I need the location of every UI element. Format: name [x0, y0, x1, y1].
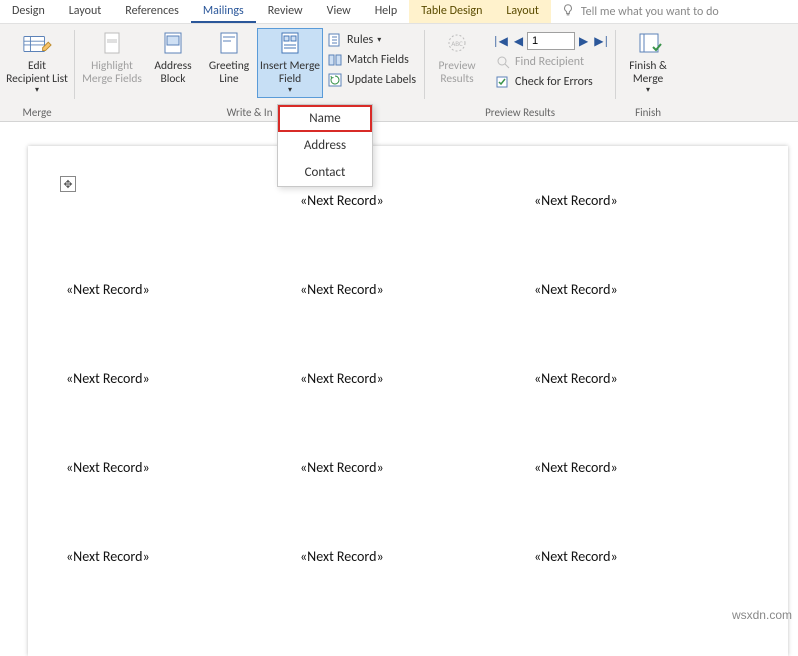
tab-layout[interactable]: Layout — [57, 0, 114, 23]
rules-button[interactable]: Rules ▾ — [323, 30, 420, 50]
match-fields-label: Match Fields — [347, 53, 409, 67]
check-errors-label: Check for Errors — [515, 75, 593, 89]
lightbulb-icon — [561, 3, 575, 21]
tab-review[interactable]: Review — [256, 0, 315, 23]
chevron-down-icon: ▾ — [288, 86, 292, 95]
ribbon-tabs: Design Layout References Mailings Review… — [0, 0, 798, 24]
group-label-finish: Finish — [620, 104, 676, 121]
tab-table-layout[interactable]: Layout — [494, 0, 551, 23]
group-finish: Finish & Merge ▾ Finish — [616, 24, 680, 121]
greeting-line-button[interactable]: Greeting Line — [201, 28, 257, 88]
label-cell[interactable] — [66, 192, 300, 209]
rules-icon — [327, 32, 343, 48]
label-cell[interactable]: «Next Record» — [66, 459, 300, 476]
insert-merge-field-label: Insert Merge Field — [259, 60, 321, 86]
check-errors-button[interactable]: Check for Errors — [491, 72, 611, 92]
find-recipient-label: Find Recipient — [515, 55, 584, 69]
update-labels-label: Update Labels — [347, 73, 416, 87]
update-labels-icon — [327, 72, 343, 88]
menu-item-contact[interactable]: Contact — [278, 159, 372, 186]
label-cell[interactable]: «Next Record» — [300, 281, 534, 298]
group-preview-results: ABC Preview Results |◀ ◀ ▶ ▶| Find Recip… — [425, 24, 615, 121]
table-move-handle-icon[interactable]: ✥ — [60, 176, 76, 192]
update-labels-button[interactable]: Update Labels — [323, 70, 420, 90]
label-cell[interactable]: «Next Record» — [534, 281, 768, 298]
labels-grid: «Next Record» «Next Record» «Next Record… — [66, 192, 768, 565]
group-label-merge: Merge — [4, 104, 70, 121]
document-page[interactable]: ✥ «Next Record» «Next Record» «Next Reco… — [28, 146, 788, 656]
search-icon — [495, 54, 511, 70]
label-cell[interactable]: «Next Record» — [300, 370, 534, 387]
first-record-button[interactable]: |◀ — [491, 34, 510, 49]
tab-table-design[interactable]: Table Design — [409, 0, 494, 23]
tab-mailings[interactable]: Mailings — [191, 0, 256, 23]
edit-recipient-list-label: Edit Recipient List — [6, 60, 68, 86]
record-number-input[interactable] — [527, 32, 575, 50]
highlight-merge-fields-label: Highlight Merge Fields — [81, 60, 143, 86]
finish-merge-label: Finish & Merge — [622, 60, 674, 86]
preview-results-label: Preview Results — [431, 60, 483, 86]
check-errors-icon — [495, 74, 511, 90]
ribbon: Edit Recipient List ▾ Merge Highlight Me… — [0, 24, 798, 122]
label-cell[interactable]: «Next Record» — [66, 548, 300, 565]
tab-view[interactable]: View — [315, 0, 363, 23]
chevron-down-icon: ▾ — [35, 86, 39, 95]
edit-recipient-list-button[interactable]: Edit Recipient List ▾ — [4, 28, 70, 98]
prev-record-button[interactable]: ◀ — [512, 34, 525, 49]
label-cell[interactable]: «Next Record» — [300, 548, 534, 565]
preview-results-button[interactable]: ABC Preview Results — [429, 28, 485, 88]
document-area: ✥ «Next Record» «Next Record» «Next Reco… — [0, 122, 798, 596]
rules-label: Rules — [347, 33, 373, 47]
menu-item-name[interactable]: Name — [278, 105, 372, 132]
tell-me-label: Tell me what you want to do — [581, 5, 719, 19]
label-cell[interactable]: «Next Record» — [66, 370, 300, 387]
preview-controls: |◀ ◀ ▶ ▶| Find Recipient Check for Error… — [491, 28, 611, 92]
label-cell[interactable]: «Next Record» — [534, 370, 768, 387]
label-cell[interactable]: «Next Record» — [300, 192, 534, 209]
insert-merge-field-menu: Name Address Contact — [277, 104, 373, 187]
greeting-line-label: Greeting Line — [203, 60, 255, 86]
finish-merge-button[interactable]: Finish & Merge ▾ — [620, 28, 676, 98]
label-cell[interactable]: «Next Record» — [534, 548, 768, 565]
group-start-merge: Edit Recipient List ▾ Merge — [0, 24, 74, 121]
group-label-preview: Preview Results — [429, 104, 611, 121]
insert-merge-field-button[interactable]: Insert Merge Field ▾ — [257, 28, 323, 98]
next-record-button[interactable]: ▶ — [577, 34, 590, 49]
finish-merge-icon — [633, 30, 663, 58]
highlight-icon — [99, 30, 125, 58]
address-block-button[interactable]: Address Block — [145, 28, 201, 88]
svg-text:ABC: ABC — [451, 39, 463, 48]
address-block-label: Address Block — [147, 60, 199, 86]
label-cell[interactable]: «Next Record» — [534, 192, 768, 209]
greeting-line-icon — [216, 30, 242, 58]
label-cell[interactable]: «Next Record» — [534, 459, 768, 476]
tab-references[interactable]: References — [113, 0, 191, 23]
chevron-down-icon: ▾ — [377, 35, 381, 45]
address-block-icon — [160, 30, 186, 58]
recipient-list-icon — [22, 30, 52, 58]
label-cell[interactable]: «Next Record» — [66, 281, 300, 298]
highlight-merge-fields-button[interactable]: Highlight Merge Fields — [79, 28, 145, 88]
label-cell[interactable]: «Next Record» — [300, 459, 534, 476]
preview-icon: ABC — [442, 30, 472, 58]
write-insert-small-buttons: Rules ▾ Match Fields Update Labels — [323, 28, 420, 90]
find-recipient-button[interactable]: Find Recipient — [491, 52, 611, 72]
menu-item-address[interactable]: Address — [278, 132, 372, 159]
chevron-down-icon: ▾ — [646, 86, 650, 95]
tab-help[interactable]: Help — [363, 0, 410, 23]
match-fields-icon — [327, 52, 343, 68]
record-navigator: |◀ ◀ ▶ ▶| — [491, 30, 611, 52]
tell-me[interactable]: Tell me what you want to do — [551, 0, 729, 23]
watermark: wsxdn.com — [732, 608, 792, 622]
last-record-button[interactable]: ▶| — [592, 34, 611, 49]
match-fields-button[interactable]: Match Fields — [323, 50, 420, 70]
insert-merge-field-icon — [277, 30, 303, 58]
tab-design[interactable]: Design — [0, 0, 57, 23]
